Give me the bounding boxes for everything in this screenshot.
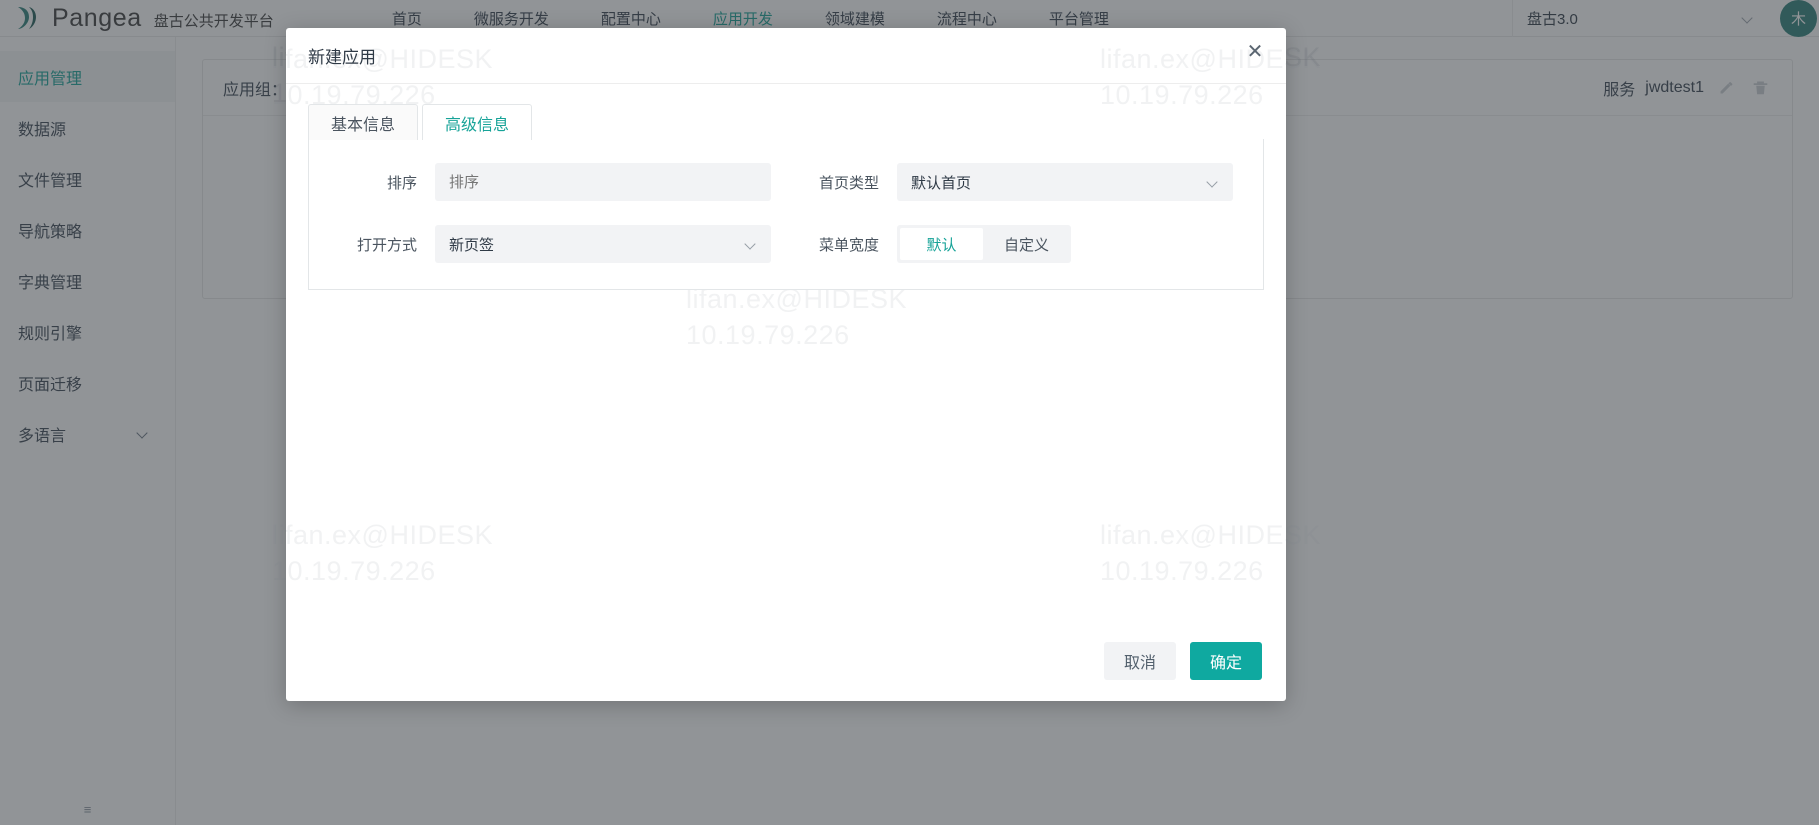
dialog-header: 新建应用 ✕	[286, 28, 1286, 84]
segment-label: 自定义	[1003, 236, 1049, 254]
tab-advanced-info[interactable]: 高级信息	[422, 104, 533, 140]
open-mode-select[interactable]: 新页签	[435, 225, 771, 263]
home-type-select[interactable]: 默认首页	[897, 163, 1233, 201]
menu-width-option-default[interactable]: 默认	[900, 228, 983, 260]
advanced-info-panel: 排序 首页类型 默认首页 打开方式 新页签	[308, 139, 1264, 290]
close-icon[interactable]: ✕	[1244, 42, 1266, 64]
home-type-label: 首页类型	[818, 174, 879, 192]
cancel-button[interactable]: 取消	[1103, 642, 1176, 680]
new-application-dialog: lifan.ex@HIDESK 10.19.79.226 lifan.ex@HI…	[272, 28, 1320, 701]
confirm-button[interactable]: 确定	[1189, 642, 1262, 680]
tab-label: 高级信息	[445, 116, 510, 134]
dialog-tabs: 基本信息 高级信息	[308, 104, 1264, 140]
home-type-value: 默认首页	[911, 174, 972, 192]
menu-width-segmented-control: 默认 自定义	[897, 225, 1071, 263]
sort-label: 排序	[386, 174, 417, 192]
open-mode-value: 新页签	[449, 236, 495, 254]
menu-width-option-custom[interactable]: 自定义	[985, 228, 1068, 260]
field-home-type: 首页类型 默认首页	[771, 163, 1233, 201]
dialog-footer: 取消 确定	[286, 621, 1286, 701]
sort-input[interactable]	[435, 163, 771, 201]
dialog-title: 新建应用	[308, 48, 376, 67]
field-open-mode: 打开方式 新页签	[309, 225, 771, 263]
open-mode-label: 打开方式	[356, 236, 417, 254]
form-row-1: 排序 首页类型 默认首页	[309, 163, 1263, 201]
chevron-down-icon	[746, 239, 757, 250]
segment-label: 默认	[926, 236, 957, 254]
tab-label: 基本信息	[331, 116, 396, 134]
form-row-2: 打开方式 新页签 菜单宽度 默认 自定义	[309, 225, 1263, 263]
menu-width-label: 菜单宽度	[818, 236, 879, 254]
chevron-down-icon	[1208, 177, 1219, 188]
field-menu-width: 菜单宽度 默认 自定义	[771, 225, 1071, 263]
tab-basic-info[interactable]: 基本信息	[308, 104, 419, 140]
field-sort: 排序	[309, 163, 771, 201]
dialog-body: 基本信息 高级信息 排序 首页类型 默认首页	[286, 84, 1286, 621]
